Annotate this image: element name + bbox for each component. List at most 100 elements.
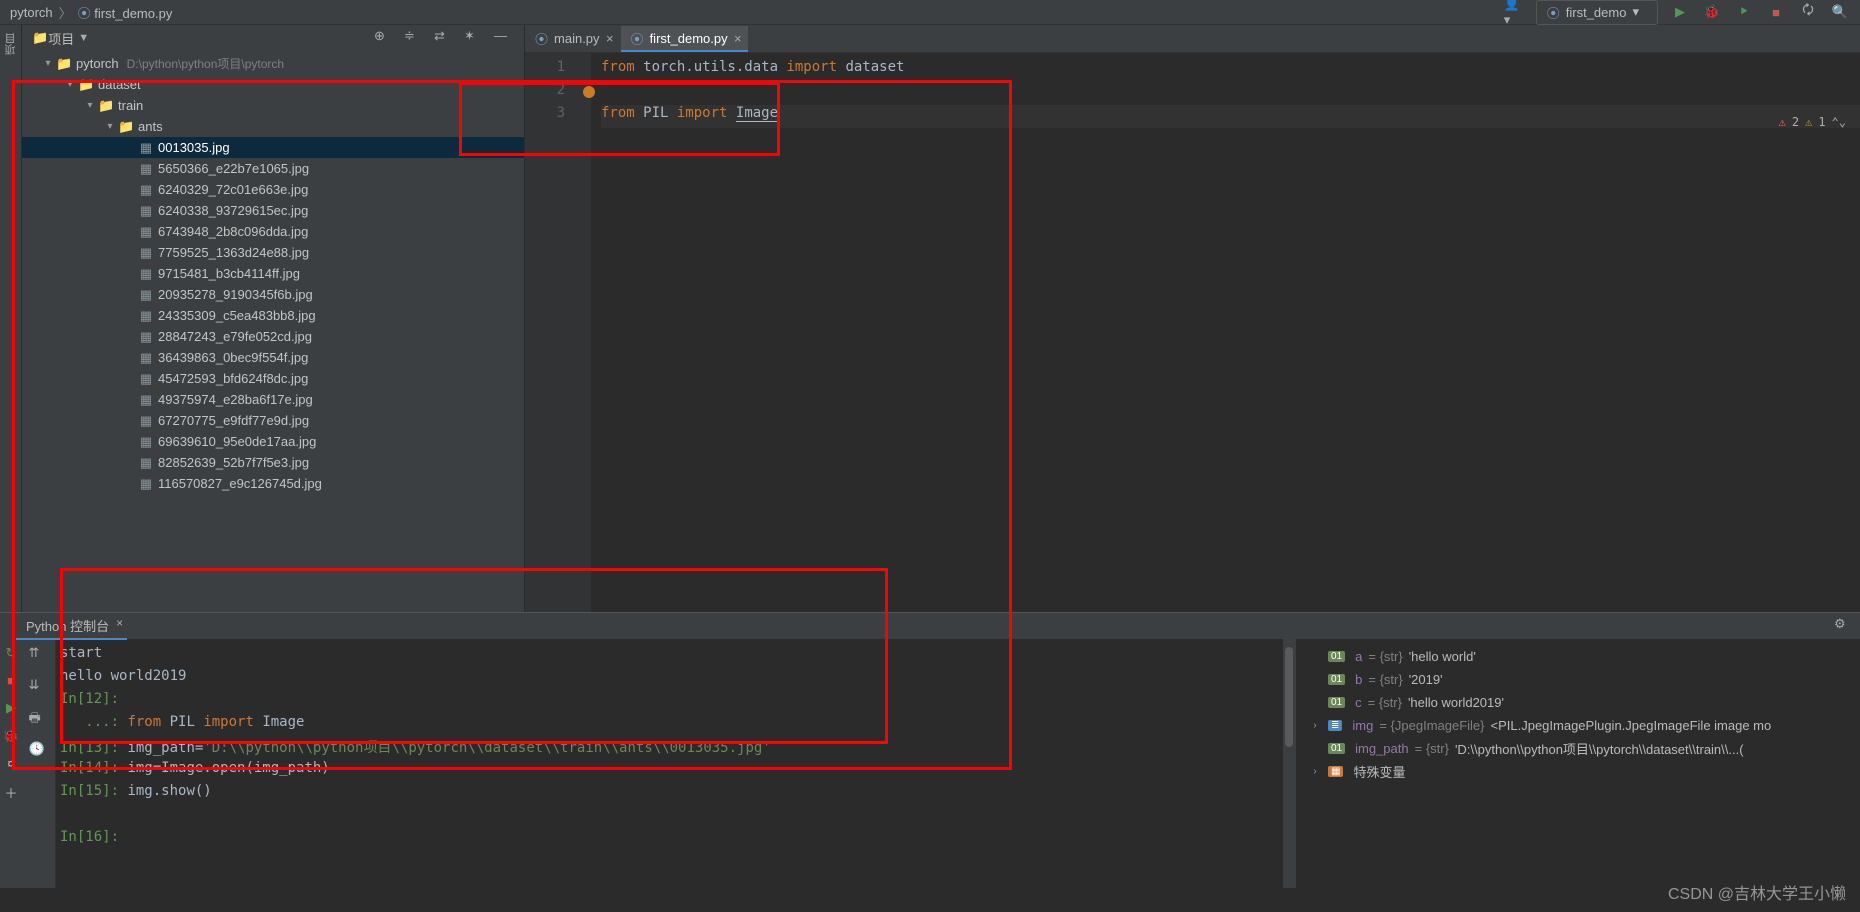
tree-item-dataset[interactable]: ▾ 📁 dataset: [22, 74, 524, 95]
folder-icon: 📁: [118, 119, 134, 135]
close-icon[interactable]: ×: [734, 31, 742, 46]
tree-file[interactable]: ▦6240338_93729615ec.jpg: [22, 200, 524, 221]
image-file-icon: ▦: [138, 182, 154, 198]
editor-tab-main[interactable]: ⦿ main.py ×: [525, 26, 620, 52]
stop-icon[interactable]: ■: [1766, 2, 1786, 22]
chevron-down-icon[interactable]: ▾: [102, 121, 118, 132]
run-icon[interactable]: ▶: [6, 700, 16, 716]
code-lines[interactable]: from torch.utils.data import dataset fro…: [591, 53, 1860, 612]
chevron-down-icon[interactable]: ▼: [78, 32, 89, 44]
console-output[interactable]: start hello world2019 In[12]: ...: from …: [56, 639, 1283, 888]
image-file-icon: ▦: [138, 455, 154, 471]
print-icon[interactable]: 🖶: [29, 709, 49, 729]
chevron-down-icon[interactable]: ▾: [62, 79, 78, 90]
close-icon[interactable]: ×: [606, 31, 614, 46]
console-panel: Python 控制台 × ⚙ ↻ ■ ▶ 🐞 ¤ ＋ ⇈ ⇊ 🖶 🕓 start…: [0, 612, 1860, 888]
user-icon[interactable]: 👤▾: [1504, 2, 1524, 22]
console-line: In[12]:: [60, 691, 1283, 714]
project-panel: 📁 项目 ▼ ⊕ ≑ ⇄ ✶ — ▾ 📁 pytorch D:\python\p…: [22, 25, 525, 612]
chevron-down-icon[interactable]: ▾: [82, 100, 98, 111]
git-icon[interactable]: 🗘: [1798, 2, 1818, 22]
console-tab-python[interactable]: Python 控制台 ×: [16, 613, 127, 640]
project-panel-header: 📁 项目 ▼ ⊕ ≑ ⇄ ✶ —: [22, 25, 524, 51]
tree-file[interactable]: ▦24335309_c5ea483bb8.jpg: [22, 305, 524, 326]
breadcrumb-root[interactable]: pytorch: [10, 5, 53, 20]
tree-file[interactable]: ▦82852639_52b7f7f5e3.jpg: [22, 452, 524, 473]
chevron-updown-icon[interactable]: ⌃⌄: [1832, 115, 1846, 129]
search-icon[interactable]: 🔍: [1830, 2, 1850, 22]
tree-file[interactable]: ▦5650366_e22b7e1065.jpg: [22, 158, 524, 179]
chevron-right-icon: 〉: [59, 3, 72, 22]
tree-file[interactable]: ▦20935278_9190345f6b.jpg: [22, 284, 524, 305]
scroll-up-icon[interactable]: ⇈: [29, 645, 49, 665]
console-line: In[14]: img=Image.open(img_path): [60, 760, 1283, 783]
image-file-icon: ▦: [138, 224, 154, 240]
project-tree[interactable]: ▾ 📁 pytorch D:\python\python项目\pytorch ▾…: [22, 51, 524, 612]
console-scrollbar[interactable]: [1283, 639, 1295, 888]
tree-file[interactable]: ▦9715481_b3cb4114ff.jpg: [22, 263, 524, 284]
tree-file[interactable]: ▦49375974_e28ba6f17e.jpg: [22, 389, 524, 410]
collapse-icon[interactable]: ⇄: [434, 28, 454, 48]
history-icon[interactable]: 🕓: [29, 741, 49, 761]
add-icon[interactable]: ＋: [4, 783, 17, 802]
tree-file[interactable]: ▦6743948_2b8c096dda.jpg: [22, 221, 524, 242]
var-row[interactable]: 01c = {str} 'hello world2019': [1298, 691, 1858, 714]
var-row[interactable]: 01b = {str} '2019': [1298, 668, 1858, 691]
settings-icon[interactable]: ¤: [7, 756, 14, 771]
tree-file[interactable]: ▦67270775_e9fdf77e9d.jpg: [22, 410, 524, 431]
expand-icon[interactable]: ≑: [404, 28, 424, 48]
tree-file[interactable]: ▦6240329_72c01e663e.jpg: [22, 179, 524, 200]
run-icon[interactable]: ▶: [1670, 2, 1690, 22]
error-icon[interactable]: ⚠: [1779, 115, 1786, 129]
tree-file[interactable]: ▦28847243_e79fe052cd.jpg: [22, 326, 524, 347]
code-editor[interactable]: 1 2 3 from torch.utils.data import datas…: [525, 53, 1860, 612]
image-file-icon: ▦: [138, 266, 154, 282]
tree-item-train[interactable]: ▾ 📁 train: [22, 95, 524, 116]
tree-file[interactable]: ▦36439863_0bec9f554f.jpg: [22, 347, 524, 368]
folder-icon: 📁: [78, 77, 94, 93]
run-tests-icon[interactable]: ⯈: [1734, 2, 1754, 22]
gear-icon[interactable]: ✶: [464, 28, 484, 48]
tree-item-ants[interactable]: ▾ 📁 ants: [22, 116, 524, 137]
console-left-strip: ↻ ■ ▶ 🐞 ¤ ＋: [0, 639, 22, 888]
console-prompt-current[interactable]: In[16]:: [60, 829, 1283, 852]
tree-root[interactable]: ▾ 📁 pytorch D:\python\python项目\pytorch: [22, 53, 524, 74]
stop-icon[interactable]: ■: [7, 673, 15, 688]
rerun-icon[interactable]: ↻: [6, 645, 17, 661]
editor-tab-firstdemo[interactable]: ⦿ first_demo.py ×: [621, 26, 748, 52]
console-line: In[15]: img.show(): [60, 783, 1283, 806]
hide-icon[interactable]: —: [494, 28, 514, 48]
close-icon[interactable]: ×: [116, 616, 123, 630]
debug-icon[interactable]: 🐞: [1702, 2, 1722, 22]
image-file-icon: ▦: [138, 287, 154, 303]
tree-file[interactable]: ▦45472593_bfd624f8dc.jpg: [22, 368, 524, 389]
var-row[interactable]: ›≣img = {JpegImageFile} <PIL.JpegImagePl…: [1298, 714, 1858, 737]
gear-icon[interactable]: ⚙: [1834, 616, 1854, 636]
image-file-icon: ▦: [138, 413, 154, 429]
chevron-down-icon[interactable]: ▾: [40, 58, 56, 69]
tree-file[interactable]: ▦0013035.jpg: [22, 137, 524, 158]
scroll-down-icon[interactable]: ⇊: [29, 677, 49, 697]
python-file-icon: ⦿: [535, 29, 548, 48]
run-config-selector[interactable]: ⦿first_demo ▾: [1536, 0, 1658, 25]
tree-file[interactable]: ▦7759525_1363d24e88.jpg: [22, 242, 524, 263]
project-label-vert[interactable]: 项目: [3, 33, 19, 55]
target-icon[interactable]: ⊕: [374, 28, 394, 48]
warn-icon[interactable]: ⚠: [1805, 115, 1812, 129]
debug-icon[interactable]: 🐞: [3, 728, 19, 744]
folder-icon: 📁: [56, 56, 72, 72]
folder-icon: 📁: [32, 30, 48, 46]
inspection-badges[interactable]: ⚠2 ⚠1 ⌃⌄: [1779, 115, 1846, 129]
console-line: hello world2019: [60, 668, 1283, 691]
var-row-special[interactable]: ›▦特殊变量: [1298, 760, 1858, 783]
var-row[interactable]: 01a = {str} 'hello world': [1298, 645, 1858, 668]
var-row[interactable]: 01img_path = {str} 'D:\\python\\python项目…: [1298, 737, 1858, 760]
tree-file[interactable]: ▦69639610_95e0de17aa.jpg: [22, 431, 524, 452]
fold-column[interactable]: [573, 53, 591, 612]
watermark: CSDN @吉林大学王小懒: [1668, 880, 1846, 904]
breadcrumb-file[interactable]: ⦿ first_demo.py: [78, 3, 173, 22]
image-file-icon: ▦: [138, 392, 154, 408]
image-file-icon: ▦: [138, 308, 154, 324]
tree-file[interactable]: ▦116570827_e9c126745d.jpg: [22, 473, 524, 494]
variables-panel[interactable]: 01a = {str} 'hello world' 01b = {str} '2…: [1295, 639, 1860, 888]
